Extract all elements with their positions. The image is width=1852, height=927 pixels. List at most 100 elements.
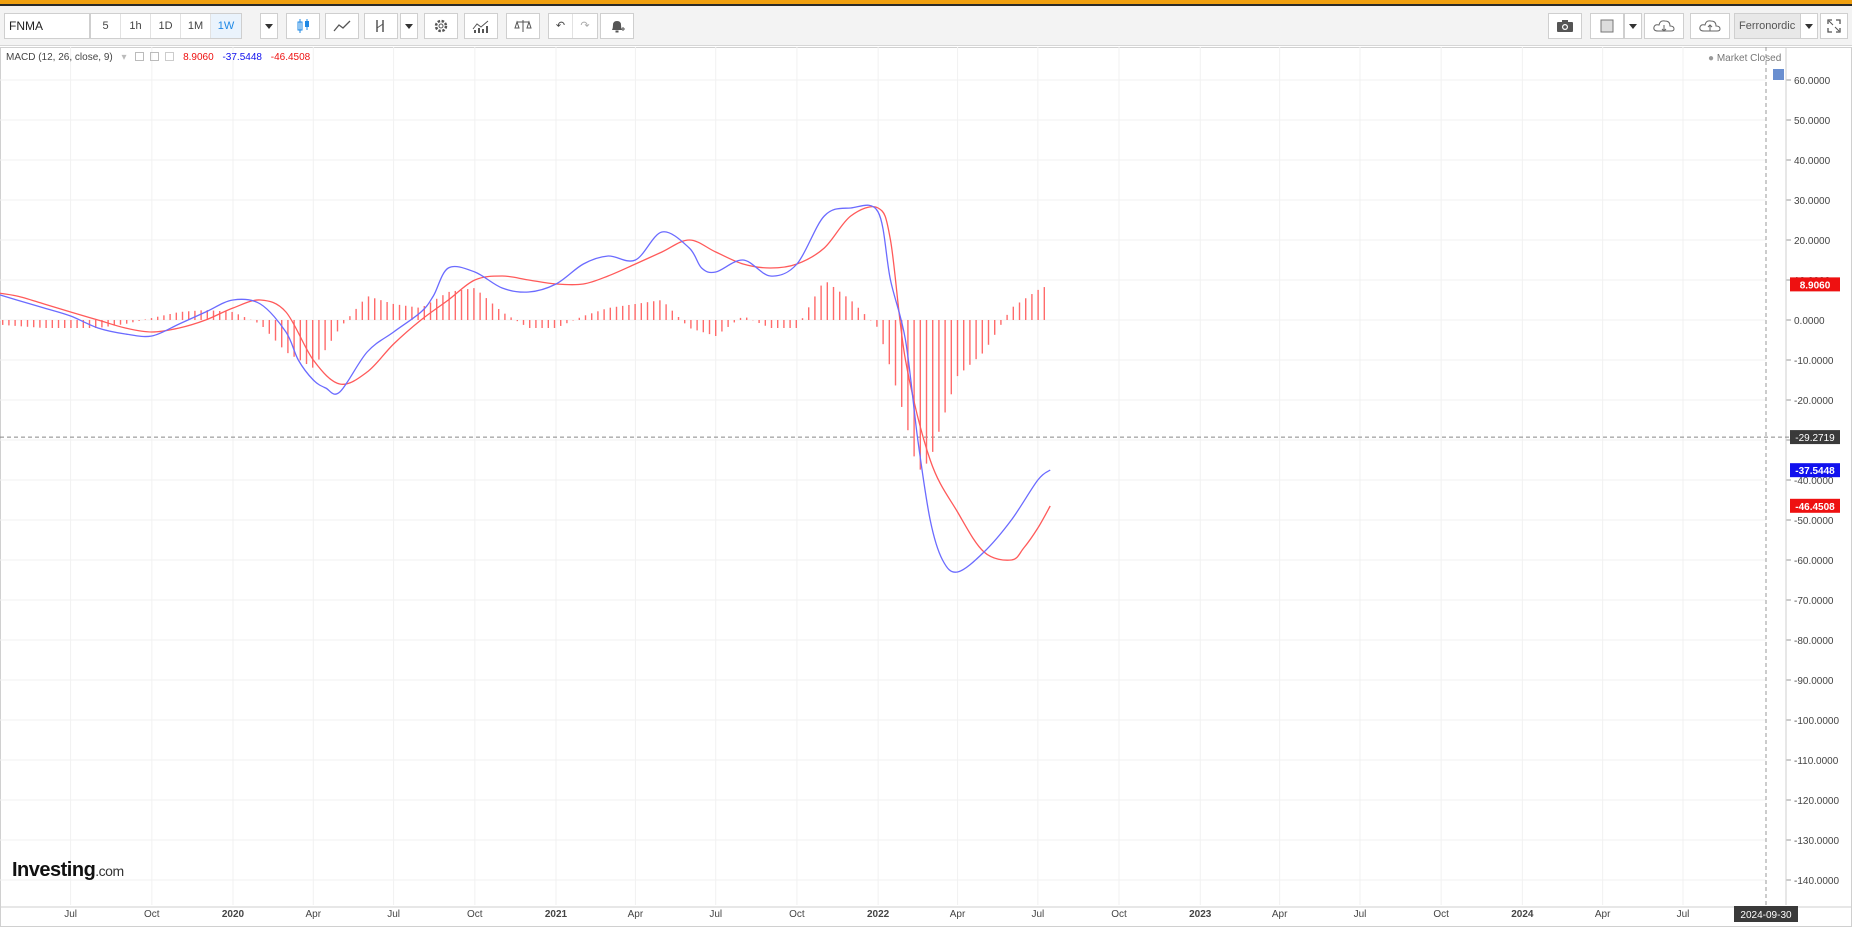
interval-1m[interactable]: 1M: [181, 14, 211, 38]
x-tick-label: Apr: [628, 909, 644, 920]
cloud-upload-icon: [1699, 20, 1721, 32]
y-tick-label: -110.0000: [1794, 756, 1839, 767]
interval-1d[interactable]: 1D: [151, 14, 181, 38]
interval-1h[interactable]: 1h: [121, 14, 151, 38]
chevron-down-icon: [265, 23, 273, 29]
y-tick-label: 30.0000: [1794, 196, 1831, 207]
studies-button[interactable]: [464, 13, 498, 39]
redo-icon: ↷: [580, 20, 590, 32]
indicator-legend: MACD (12, 26, close, 9) ▾ 8.9060 -37.544…: [6, 52, 316, 63]
x-tick-label: Jul: [1031, 909, 1044, 920]
signal-value: -46.4508: [270, 52, 311, 63]
y-tick-label: 0.0000: [1794, 316, 1825, 327]
layout-dropdown[interactable]: [1624, 13, 1642, 39]
settings-button[interactable]: [424, 13, 458, 39]
x-tick-label: Oct: [1111, 909, 1127, 920]
indicator-settings-icon[interactable]: [150, 52, 160, 61]
logo-suffix: .com: [95, 863, 124, 879]
crosshair-label: -29.2719: [1795, 433, 1835, 444]
histogram-value: 8.9060: [183, 52, 214, 63]
drawing-tools-button[interactable]: [364, 13, 398, 39]
x-tick-label: Jul: [64, 909, 77, 920]
layout-square-icon: [1600, 19, 1614, 33]
y-tick-label: 50.0000: [1794, 116, 1831, 127]
macd-chart[interactable]: 60.000050.000040.000030.000020.000010.00…: [0, 47, 1852, 927]
cloud-download-icon: [1653, 20, 1675, 32]
scales-icon: [514, 20, 532, 32]
x-tick-label: 2024: [1511, 909, 1534, 920]
x-tick-label: 2020: [222, 909, 245, 920]
macd-value: -37.5448: [222, 52, 262, 63]
info-icon: [1773, 69, 1784, 80]
undo-button[interactable]: ↶: [549, 14, 573, 38]
signal-line: [0, 205, 1051, 561]
interval-selector: 5 1h 1D 1M 1W: [90, 13, 242, 39]
x-tick-label: Apr: [1595, 909, 1611, 920]
y-tick-label: -10.0000: [1794, 356, 1834, 367]
value-badge-label: -46.4508: [1795, 502, 1835, 513]
drawing-tools-dropdown[interactable]: [400, 13, 418, 39]
y-tick-label: 40.0000: [1794, 156, 1831, 167]
visibility-icon[interactable]: [135, 52, 145, 61]
y-tick-label: -70.0000: [1794, 596, 1834, 607]
y-tick-label: -100.0000: [1794, 716, 1839, 727]
x-tick-label: Apr: [306, 909, 322, 920]
alert-button[interactable]: [600, 13, 634, 39]
drawing-tools-icon: [376, 20, 384, 32]
x-tick-label: Jul: [709, 909, 722, 920]
x-tick-label: Jul: [1677, 909, 1690, 920]
gear-icon: [434, 19, 448, 33]
redo-button[interactable]: ↷: [573, 14, 597, 38]
cloud-load-button[interactable]: [1644, 13, 1684, 39]
undo-icon: ↶: [555, 20, 566, 32]
y-tick-label: 20.0000: [1794, 236, 1831, 247]
x-tick-label: Oct: [144, 909, 160, 920]
chart-frame: [0, 47, 1852, 927]
screenshot-button[interactable]: [1548, 13, 1582, 39]
history-group: ↶ ↷: [548, 13, 598, 39]
user-dropdown[interactable]: [1800, 13, 1818, 39]
market-status: ● Market Closed: [1708, 53, 1781, 64]
layout-button[interactable]: [1590, 13, 1624, 39]
market-status-text: Market Closed: [1716, 53, 1782, 64]
fullscreen-icon: [1827, 19, 1841, 33]
fullscreen-button[interactable]: [1820, 13, 1848, 39]
chevron-down-icon: [405, 23, 413, 29]
x-tick-label: Jul: [1354, 909, 1367, 920]
y-tick-label: -20.0000: [1794, 396, 1834, 407]
value-badge-label: -37.5448: [1795, 466, 1835, 477]
value-badge-label: 8.9060: [1800, 280, 1831, 291]
y-tick-label: -130.0000: [1794, 836, 1839, 847]
indicator-title[interactable]: MACD (12, 26, close, 9): [6, 52, 113, 63]
candlestick-button[interactable]: [286, 13, 320, 39]
candlestick-icon: [297, 19, 309, 33]
y-tick-label: -40.0000: [1794, 476, 1834, 487]
interval-5[interactable]: 5: [91, 14, 121, 38]
x-tick-label: 2021: [545, 909, 568, 920]
y-tick-label: -140.0000: [1794, 876, 1839, 887]
x-tick-label: Jul: [387, 909, 400, 920]
y-tick-label: -90.0000: [1794, 676, 1834, 687]
x-tick-label: Oct: [789, 909, 805, 920]
x-tick-label: 2023: [1189, 909, 1212, 920]
interval-1w[interactable]: 1W: [211, 14, 241, 38]
x-tick-label: Apr: [1272, 909, 1288, 920]
indicator-line-icon: [333, 20, 351, 32]
indicators-button[interactable]: [325, 13, 359, 39]
status-dot-icon: ●: [1708, 53, 1715, 64]
symbol-input[interactable]: FNMA: [4, 13, 90, 39]
investing-logo: Investing.com: [12, 859, 124, 882]
x-tick-label: 2022: [867, 909, 890, 920]
legend-dropdown-icon[interactable]: ▾: [122, 52, 127, 63]
compare-button[interactable]: [506, 13, 540, 39]
x-tick-label: Oct: [1433, 909, 1449, 920]
remove-indicator-icon[interactable]: [165, 52, 175, 61]
interval-dropdown[interactable]: [260, 13, 278, 39]
x-tick-label: Apr: [950, 909, 966, 920]
cloud-save-button[interactable]: [1690, 13, 1730, 39]
bell-plus-icon: [612, 21, 625, 33]
bar-chart-icon: [472, 20, 489, 33]
chart-toolbar: FNMA 5 1h 1D 1M 1W ↶ ↷ Ferronordic: [0, 6, 1852, 46]
chevron-down-icon: [1805, 23, 1813, 29]
camera-icon: [1557, 20, 1573, 32]
